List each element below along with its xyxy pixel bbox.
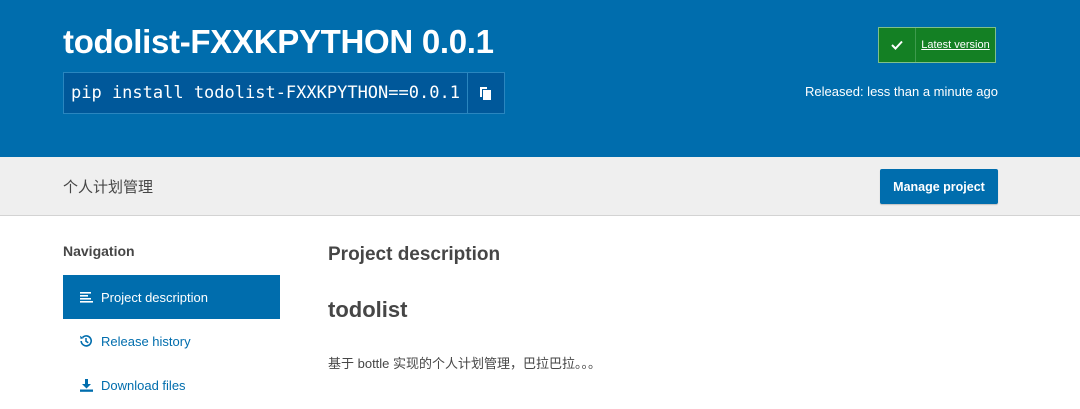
project-description-heading: Project description — [328, 244, 501, 265]
latest-version-badge[interactable]: Latest version — [878, 27, 996, 63]
sidebar-navigation: Project description Release history Down… — [63, 275, 280, 407]
package-header: todolist-FXXKPYTHON 0.0.1 pip install to… — [0, 0, 1080, 157]
readme-paragraph: 基于 bottle 实现的个人计划管理，巴拉巴拉。。。 — [328, 356, 602, 371]
align-left-icon — [78, 289, 94, 305]
nav-item-download-files[interactable]: Download files — [63, 363, 280, 407]
package-summary-bar: 个人计划管理 Manage project — [0, 157, 1080, 216]
pip-command[interactable]: pip install todolist-FXXKPYTHON==0.0.1 — [64, 73, 467, 113]
nav-item-label: Release history — [101, 333, 191, 349]
history-icon — [78, 333, 94, 349]
pip-install-box: pip install todolist-FXXKPYTHON==0.0.1 — [63, 72, 505, 114]
copy-icon — [480, 86, 492, 100]
manage-project-button[interactable]: Manage project — [880, 169, 998, 204]
latest-version-link[interactable]: Latest version — [916, 39, 995, 51]
release-date: Released: less than a minute ago — [805, 84, 998, 99]
nav-item-label: Project description — [101, 289, 208, 305]
navigation-heading: Navigation — [63, 243, 135, 259]
package-title: todolist-FXXKPYTHON 0.0.1 — [63, 23, 494, 60]
nav-item-project-description[interactable]: Project description — [63, 275, 280, 319]
copy-button[interactable] — [466, 73, 504, 113]
nav-item-label: Download files — [101, 377, 186, 393]
check-icon — [879, 28, 916, 62]
readme-title: todolist — [328, 297, 408, 322]
download-icon — [78, 377, 94, 393]
nav-item-release-history[interactable]: Release history — [63, 319, 280, 363]
package-summary: 个人计划管理 — [63, 179, 154, 196]
